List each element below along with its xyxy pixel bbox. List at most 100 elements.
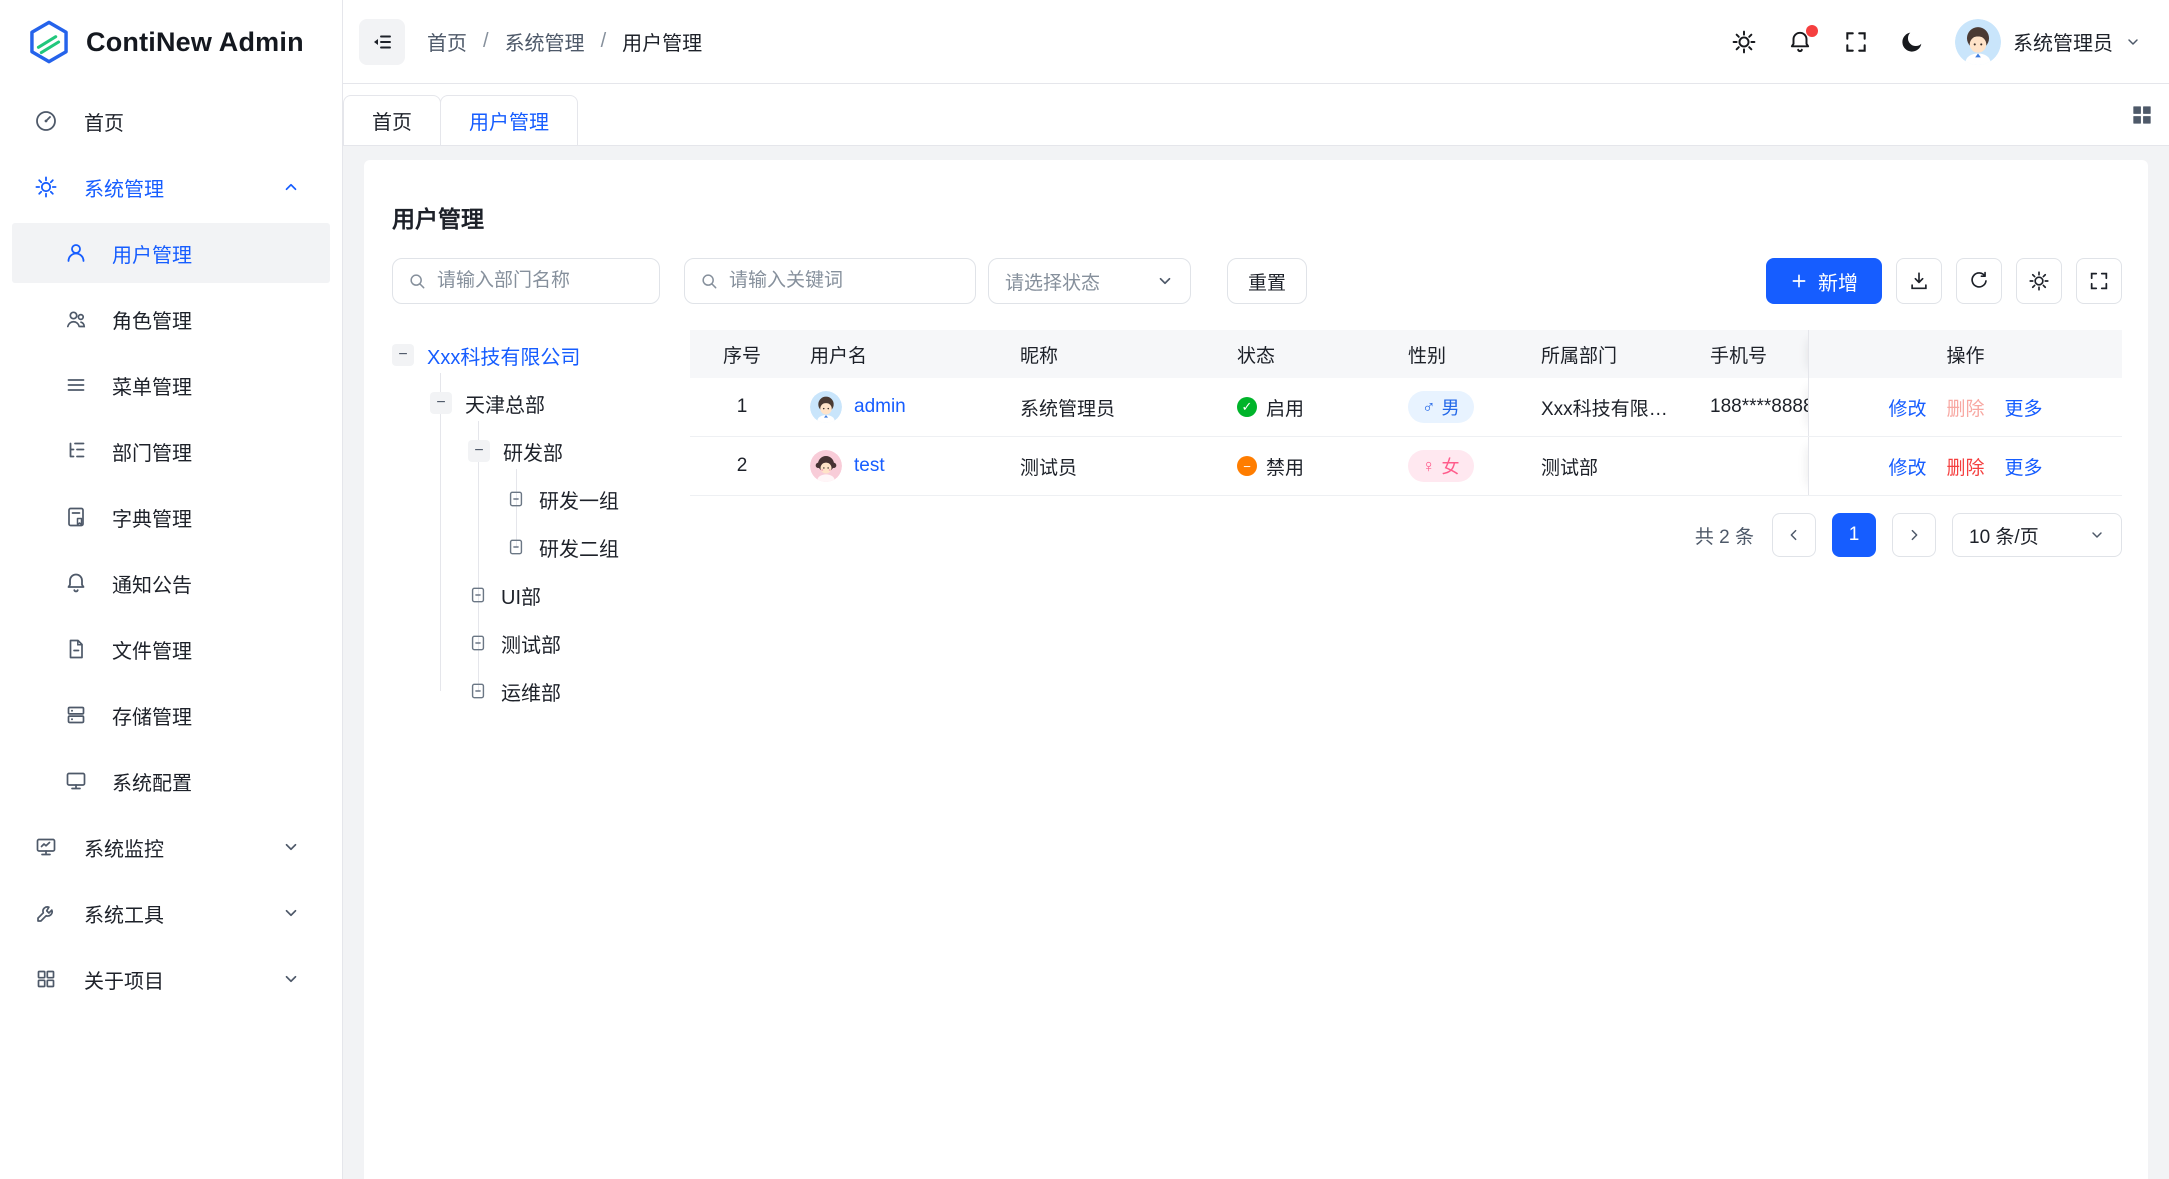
collapse-minus-icon[interactable]: − xyxy=(392,344,414,366)
tab-home[interactable]: 首页 xyxy=(343,95,441,145)
dept-search-field xyxy=(392,258,660,304)
refresh-button[interactable] xyxy=(1956,258,2002,304)
settings-button[interactable] xyxy=(1731,29,1757,55)
sidebar-item-dictionary[interactable]: 字典管理 xyxy=(0,484,342,550)
sidebar-group-monitoring[interactable]: 系统监控 xyxy=(0,814,342,880)
table-fullscreen-button[interactable] xyxy=(2076,258,2122,304)
tree-node-hq[interactable]: − 天津总部 xyxy=(430,379,690,427)
sidebar-item-config[interactable]: 系统配置 xyxy=(0,748,342,814)
add-button-label: 新增 xyxy=(1818,267,1858,296)
next-page-button[interactable] xyxy=(1892,513,1936,557)
male-badge: ♂ 男 xyxy=(1408,391,1474,423)
column-header-dept: 所属部门 xyxy=(1525,330,1694,378)
tree-node-rd[interactable]: − 研发部 xyxy=(468,427,690,475)
add-button[interactable]: 新增 xyxy=(1766,258,1882,304)
sidebar-item-label: 文件管理 xyxy=(112,635,192,664)
dept-text: Xxx科技有限公司 xyxy=(1541,394,1678,421)
breadcrumb-separator: / xyxy=(601,30,607,53)
chevron-down-icon xyxy=(282,838,300,856)
chevron-up-icon xyxy=(282,178,300,196)
tree-node-company[interactable]: − Xxx科技有限公司 xyxy=(392,331,690,379)
sidebar-item-departments[interactable]: 部门管理 xyxy=(0,418,342,484)
tree-node-ui[interactable]: UI部 xyxy=(468,571,690,619)
sidebar-group-tools[interactable]: 系统工具 xyxy=(0,880,342,946)
dark-mode-toggle[interactable] xyxy=(1899,29,1925,55)
tree-node-label: 测试部 xyxy=(501,629,561,658)
cell-gender: ♀ 女 xyxy=(1392,437,1525,495)
chevron-down-icon xyxy=(282,904,300,922)
sidebar-item-roles[interactable]: 角色管理 xyxy=(0,286,342,352)
cell-actions: 修改 删除 更多 xyxy=(1808,437,2122,495)
tree-node-test[interactable]: 测试部 xyxy=(468,619,690,667)
user-menu[interactable]: 系统管理员 xyxy=(1955,19,2141,65)
breadcrumb-home[interactable]: 首页 xyxy=(427,27,467,56)
tree-node-label: 研发部 xyxy=(503,437,563,466)
collapse-minus-icon[interactable]: − xyxy=(430,392,452,414)
cell-seq: 1 xyxy=(690,378,794,436)
sidebar-item-menus[interactable]: 菜单管理 xyxy=(0,352,342,418)
edit-link[interactable]: 修改 xyxy=(1888,453,1926,480)
tree-node-rd2[interactable]: 研发二组 xyxy=(506,523,690,571)
sidebar-item-files[interactable]: 文件管理 xyxy=(0,616,342,682)
more-link[interactable]: 更多 xyxy=(2005,394,2043,421)
users-icon xyxy=(64,307,88,331)
male-symbol: ♂ xyxy=(1422,397,1436,418)
sidebar-item-users[interactable]: 用户管理 xyxy=(0,220,342,286)
dept-text: 测试部 xyxy=(1541,453,1598,480)
collapse-minus-icon[interactable]: − xyxy=(468,440,490,462)
bell-icon xyxy=(64,571,88,595)
keyword-search-input[interactable] xyxy=(729,270,961,292)
cell-username: admin xyxy=(794,378,1004,436)
tree-node-ops[interactable]: 运维部 xyxy=(468,667,690,715)
page-card: 用户管理 请选择状态 重置 xyxy=(364,160,2148,1179)
page-size-select[interactable]: 10 条/页 xyxy=(1952,513,2122,557)
sidebar-item-label: 首页 xyxy=(84,107,124,136)
sidebar-item-home[interactable]: 首页 xyxy=(0,88,342,154)
tree-node-rd1[interactable]: 研发一组 xyxy=(506,475,690,523)
notifications-button[interactable] xyxy=(1787,29,1813,55)
chevron-down-icon xyxy=(2125,34,2141,50)
sidebar-group-label: 系统工具 xyxy=(84,899,164,928)
brand[interactable]: ContiNew Admin xyxy=(0,0,342,84)
sidebar-item-storage[interactable]: 存储管理 xyxy=(0,682,342,748)
cell-dept: 测试部 xyxy=(1525,437,1694,495)
fullscreen-button[interactable] xyxy=(1843,29,1869,55)
breadcrumb: 首页 / 系统管理 / 用户管理 xyxy=(427,27,702,56)
column-header-phone: 手机号 xyxy=(1694,330,1808,378)
page-body: − Xxx科技有限公司 − 天津总部 − 研发部 xyxy=(392,330,2122,715)
username-link[interactable]: admin xyxy=(854,396,906,418)
breadcrumb-system[interactable]: 系统管理 xyxy=(505,27,585,56)
collapse-sidebar-button[interactable] xyxy=(359,19,405,65)
moon-icon xyxy=(1899,29,1925,55)
cell-dept: Xxx科技有限公司 xyxy=(1525,378,1694,436)
sidebar-group-about[interactable]: 关于项目 xyxy=(0,946,342,1012)
document-icon xyxy=(468,585,488,605)
column-header-status: 状态 xyxy=(1221,330,1392,378)
sidebar-item-notices[interactable]: 通知公告 xyxy=(0,550,342,616)
export-button[interactable] xyxy=(1896,258,1942,304)
edit-link[interactable]: 修改 xyxy=(1888,394,1926,421)
page-number-button[interactable]: 1 xyxy=(1832,513,1876,557)
cell-seq: 2 xyxy=(690,437,794,495)
cell-phone: 188****8888 xyxy=(1694,378,1808,436)
more-link[interactable]: 更多 xyxy=(2005,453,2043,480)
search-icon xyxy=(699,271,719,291)
sidebar-item-label: 通知公告 xyxy=(112,569,192,598)
delete-link[interactable]: 删除 xyxy=(1946,453,1984,480)
column-settings-button[interactable] xyxy=(2016,258,2062,304)
tab-actions-grid-icon[interactable] xyxy=(2129,102,2155,128)
cell-actions: 修改 删除 更多 xyxy=(1808,378,2122,436)
tab-user-management[interactable]: 用户管理 xyxy=(440,95,578,145)
refresh-icon xyxy=(1968,270,1990,292)
username-link[interactable]: test xyxy=(854,455,885,477)
monitor-icon xyxy=(64,769,88,793)
keyword-search-field xyxy=(684,258,976,304)
sidebar-group-label: 关于项目 xyxy=(84,965,164,994)
reset-button[interactable]: 重置 xyxy=(1227,258,1307,304)
gender-label: 男 xyxy=(1442,394,1460,420)
status-select[interactable]: 请选择状态 xyxy=(988,258,1191,304)
prev-page-button[interactable] xyxy=(1772,513,1816,557)
sidebar-group-system[interactable]: 系统管理 xyxy=(0,154,342,220)
cell-gender: ♂ 男 xyxy=(1392,378,1525,436)
dept-search-input[interactable] xyxy=(437,270,645,292)
